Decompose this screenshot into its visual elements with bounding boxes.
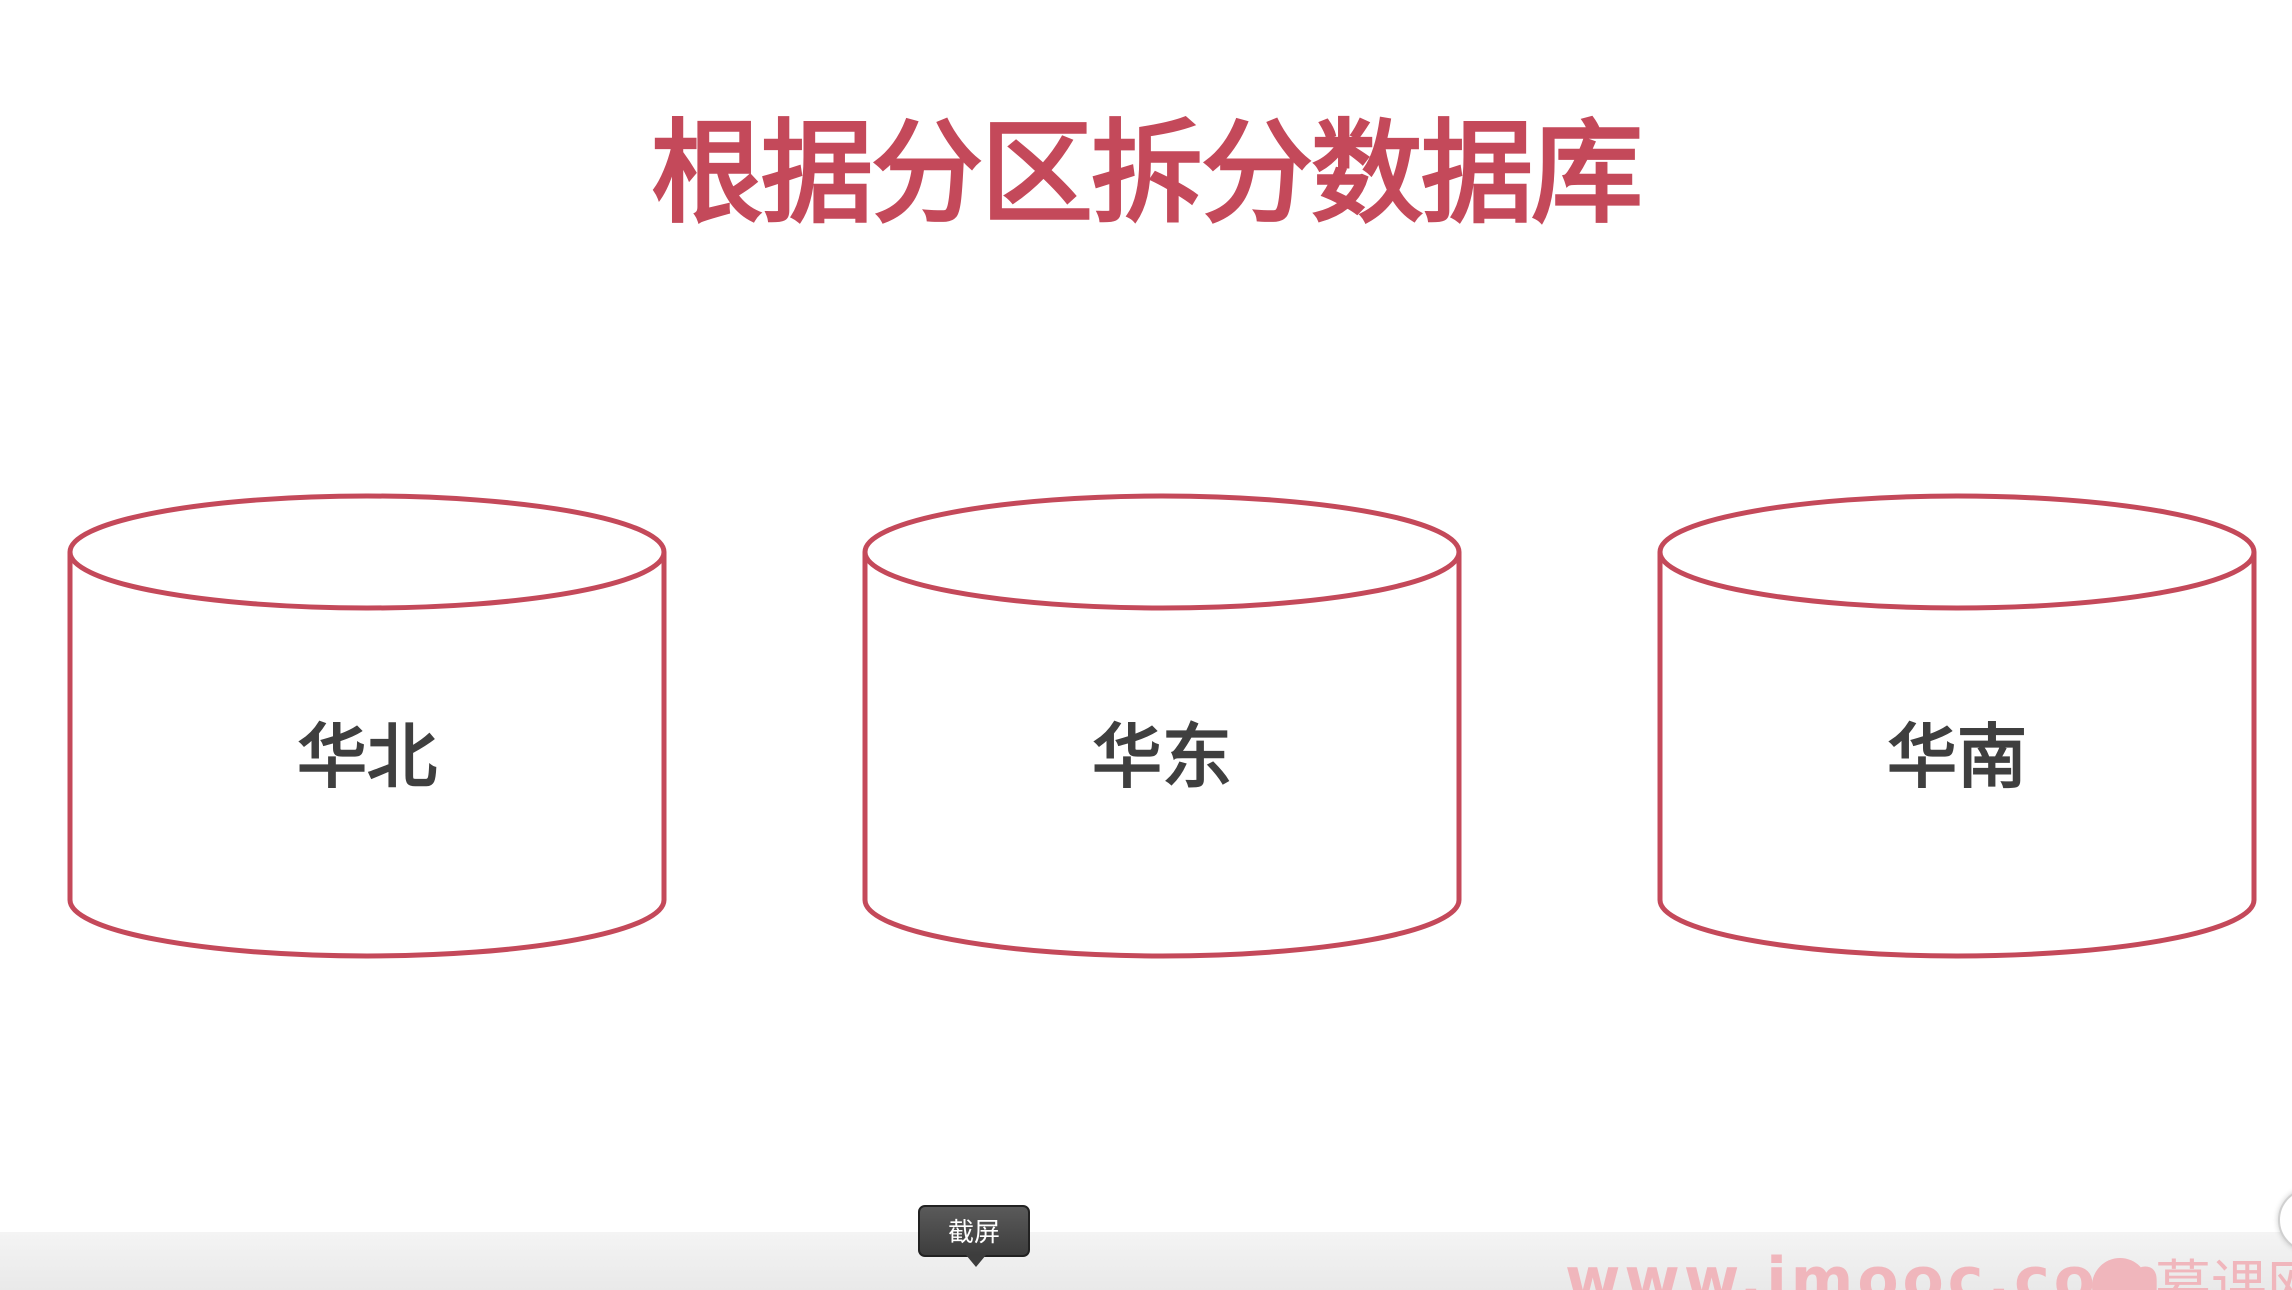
watermark-brand: 慕课网 <box>2155 1255 2292 1290</box>
database-label-north: 华北 <box>297 716 437 798</box>
slide: 根据分区拆分数据库 华北 华东 华南 www.imooc.com 慕课网 截屏 <box>0 0 2292 1290</box>
database-south: 华南 <box>1654 490 2260 970</box>
tooltip-pointer <box>966 1255 986 1267</box>
slide-title: 根据分区拆分数据库 <box>651 109 1643 239</box>
database-east: 华东 <box>859 490 1465 970</box>
watermark-url: www.imooc.com <box>1565 1245 2166 1290</box>
database-north: 华北 <box>64 490 670 970</box>
database-label-east: 华东 <box>1092 716 1232 798</box>
screenshot-tooltip: 截屏 <box>918 1205 1030 1257</box>
database-label-south: 华南 <box>1887 716 2027 798</box>
